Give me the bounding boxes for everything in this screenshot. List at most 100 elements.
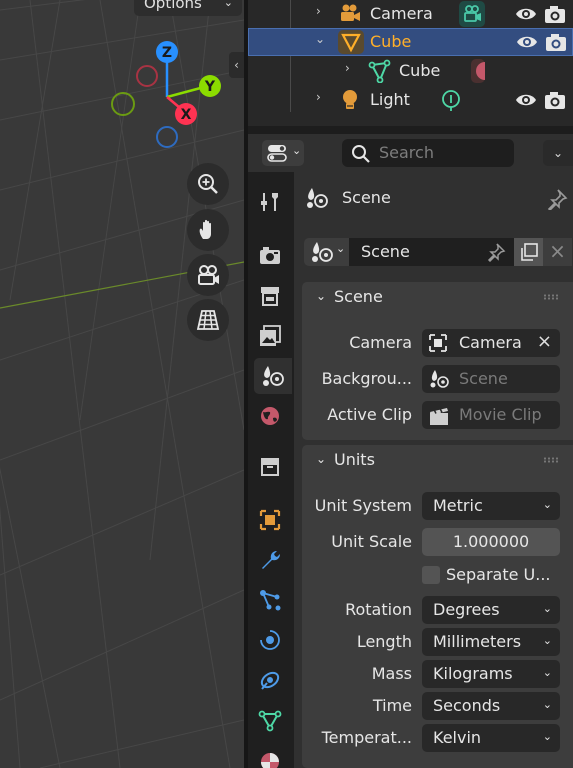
tab-material[interactable] — [250, 742, 290, 768]
3d-viewport[interactable]: Options ⌄ ‹ Z Y X — [0, 0, 244, 768]
scene-icon — [307, 188, 328, 208]
tab-scene[interactable] — [254, 358, 292, 394]
tab-tool[interactable] — [250, 184, 290, 220]
outliner-label-light: Light — [370, 90, 410, 109]
pin-icon[interactable] — [486, 242, 506, 262]
outliner-row-cube-mesh[interactable]: › Cube — [248, 57, 573, 85]
eye-icon[interactable] — [515, 4, 537, 24]
tab-data[interactable] — [250, 702, 290, 738]
options-label: Options — [144, 0, 202, 12]
eye-icon[interactable] — [516, 32, 538, 52]
clear-icon[interactable]: × — [537, 331, 552, 352]
sidebar-toggle[interactable]: ‹ — [229, 52, 244, 78]
tab-render[interactable] — [250, 238, 290, 274]
scene-browse-button[interactable]: ⌄ — [304, 238, 349, 266]
separate-units-checkbox[interactable] — [422, 566, 440, 584]
outliner-row-light[interactable]: › Light — [248, 86, 573, 114]
outliner[interactable]: › Camera ⌄ Cube › Cube › Light — [248, 0, 573, 130]
rotation-value: Degrees — [433, 600, 500, 619]
tab-physics[interactable] — [250, 622, 290, 658]
options-dropdown[interactable]: ⌄ — [543, 140, 573, 166]
chevron-down-icon: ⌄ — [542, 634, 552, 647]
tab-view-layer[interactable] — [250, 318, 290, 354]
camera-data-icon[interactable] — [459, 1, 485, 27]
options-dropdown[interactable]: Options ⌄ — [134, 0, 242, 16]
background-label: Backgrou... — [321, 369, 412, 388]
tab-modifiers[interactable] — [250, 542, 290, 578]
tab-particles[interactable] — [250, 582, 290, 618]
separate-units-label[interactable]: Separate U... — [446, 565, 551, 584]
chevron-left-icon: ‹ — [234, 58, 239, 72]
pan-button[interactable] — [187, 209, 229, 251]
active-clip-value: Movie Clip — [459, 405, 542, 424]
length-dropdown[interactable]: Millimeters ⌄ — [422, 628, 560, 656]
ortho-toggle-button[interactable] — [187, 299, 229, 341]
render-camera-icon[interactable] — [544, 90, 566, 110]
editor-type-dropdown[interactable]: ⌄ — [262, 140, 304, 166]
temperature-value: Kelvin — [433, 728, 482, 747]
eye-icon[interactable] — [515, 90, 537, 110]
duplicate-scene-button[interactable] — [514, 238, 543, 266]
scene-icon — [312, 242, 333, 262]
length-value: Millimeters — [433, 632, 522, 651]
mass-dropdown[interactable]: Kilograms ⌄ — [422, 660, 560, 688]
world-icon — [261, 407, 279, 425]
scene-camera-field[interactable]: Camera × — [422, 329, 560, 357]
search-input[interactable]: Search — [342, 139, 514, 167]
navigation-gizmo[interactable]: Z Y X — [108, 38, 228, 153]
chevron-down-icon: ⌄ — [223, 0, 233, 9]
drag-handle-icon[interactable] — [543, 457, 559, 463]
tab-collection[interactable] — [250, 448, 290, 484]
properties-editor: ⌄ Search ⌄ Scene ⌄ Scene × ⌄ Scene Camer… — [248, 134, 573, 768]
scene-name-field[interactable]: Scene — [349, 238, 514, 266]
length-label: Length — [356, 632, 412, 651]
render-camera-icon[interactable] — [545, 32, 567, 52]
chevron-down-icon: ⌄ — [316, 452, 327, 466]
unit-scale-field[interactable]: 1.000000 — [422, 528, 560, 556]
chevron-down-icon: ⌄ — [316, 289, 327, 303]
camera-object-icon — [429, 334, 447, 352]
active-clip-field[interactable]: Movie Clip — [422, 401, 560, 429]
temperature-dropdown[interactable]: Kelvin ⌄ — [422, 724, 560, 752]
mesh-data-icon — [368, 59, 391, 83]
tab-output[interactable] — [250, 278, 290, 314]
camera-object-icon — [341, 4, 360, 21]
scene-panel-header[interactable]: ⌄ Scene — [302, 282, 573, 314]
drag-handle-icon[interactable] — [543, 294, 559, 300]
close-icon[interactable]: × — [543, 238, 572, 266]
area-separator[interactable] — [248, 126, 573, 134]
tab-object[interactable] — [250, 502, 290, 538]
pin-icon[interactable] — [546, 188, 568, 210]
scene-icon — [430, 370, 449, 388]
units-panel-header[interactable]: ⌄ Units — [302, 445, 573, 477]
active-clip-label: Active Clip — [327, 405, 412, 424]
light-object-icon — [343, 90, 357, 109]
chevron-right-icon[interactable]: › — [316, 90, 321, 104]
background-scene-field[interactable]: Scene — [422, 365, 560, 393]
outliner-label-cube-mesh: Cube — [399, 61, 441, 80]
rotation-dropdown[interactable]: Degrees ⌄ — [422, 596, 560, 624]
chevron-down-icon: ⌄ — [542, 666, 552, 679]
unit-system-dropdown[interactable]: Metric ⌄ — [422, 492, 560, 520]
gizmo-y-label: Y — [204, 79, 216, 95]
render-icon — [260, 247, 280, 264]
tab-world[interactable] — [250, 398, 290, 434]
tab-constraints[interactable] — [250, 662, 290, 698]
scene-panel: ⌄ Scene Camera Camera × Backgrou... Scen… — [302, 282, 573, 440]
outliner-row-camera[interactable]: › Camera — [248, 0, 573, 28]
outliner-row-cube[interactable]: ⌄ Cube — [248, 28, 573, 56]
render-camera-icon[interactable] — [544, 4, 566, 24]
units-panel: ⌄ Units Unit System Metric ⌄ Unit Scale … — [302, 445, 573, 768]
chevron-down-icon: ⌄ — [542, 602, 552, 615]
camera-view-button[interactable] — [187, 254, 229, 296]
time-dropdown[interactable]: Seconds ⌄ — [422, 692, 560, 720]
zoom-button[interactable] — [187, 163, 229, 205]
chevron-right-icon[interactable]: › — [316, 4, 321, 18]
material-icon[interactable] — [471, 59, 485, 83]
unit-scale-value: 1.000000 — [452, 532, 530, 551]
properties-header: ⌄ Search ⌄ — [248, 134, 573, 172]
light-data-icon[interactable] — [440, 89, 462, 111]
duplicate-icon — [521, 243, 538, 261]
chevron-down-icon[interactable]: ⌄ — [315, 32, 325, 46]
chevron-right-icon[interactable]: › — [345, 61, 350, 75]
